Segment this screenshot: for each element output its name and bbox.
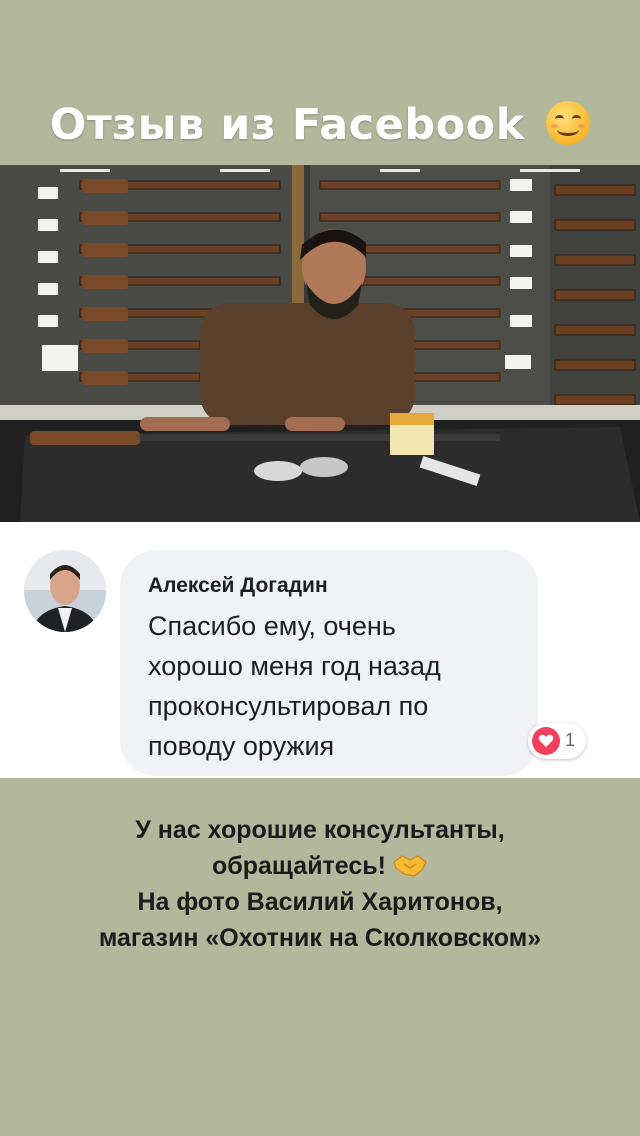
caption-line: обращайтесь! xyxy=(212,852,386,880)
comment-text: Спасибо ему, очень хорошо меня год назад… xyxy=(148,606,528,766)
story-caption: У нас хорошие консультанты, обращайтесь!… xyxy=(0,812,640,956)
reaction-count: 1 xyxy=(565,730,576,750)
comment-line: поводу оружия xyxy=(148,731,335,761)
shop-photo xyxy=(0,165,640,522)
heart-icon xyxy=(532,727,560,755)
avatar[interactable] xyxy=(24,550,106,632)
caption-line: магазин «Охотник на Сколковском» xyxy=(98,924,542,952)
facebook-comment: Алексей Догадин Спасибо ему, очень хорош… xyxy=(0,522,640,778)
handshake-icon xyxy=(393,855,427,877)
caption-line-with-emoji: обращайтесь! xyxy=(0,848,640,884)
comment-line: хорошо меня год назад xyxy=(148,651,441,681)
smiling-face-icon xyxy=(546,101,591,145)
comment-author[interactable]: Алексей Догадин xyxy=(148,574,328,598)
story-title: Отзыв из Facebook xyxy=(0,100,640,150)
caption-line: На фото Василий Харитонов, xyxy=(137,888,503,916)
story-title-text: Отзыв из Facebook xyxy=(49,100,525,150)
comment-line: Спасибо ему, очень xyxy=(148,611,396,641)
caption-line: У нас хорошие консультанты, xyxy=(135,816,505,844)
comment-line: проконсультировал по xyxy=(148,691,429,721)
comment-bubble: Алексей Догадин Спасибо ему, очень хорош… xyxy=(120,550,538,776)
reaction-badge[interactable]: 1 xyxy=(528,723,586,759)
